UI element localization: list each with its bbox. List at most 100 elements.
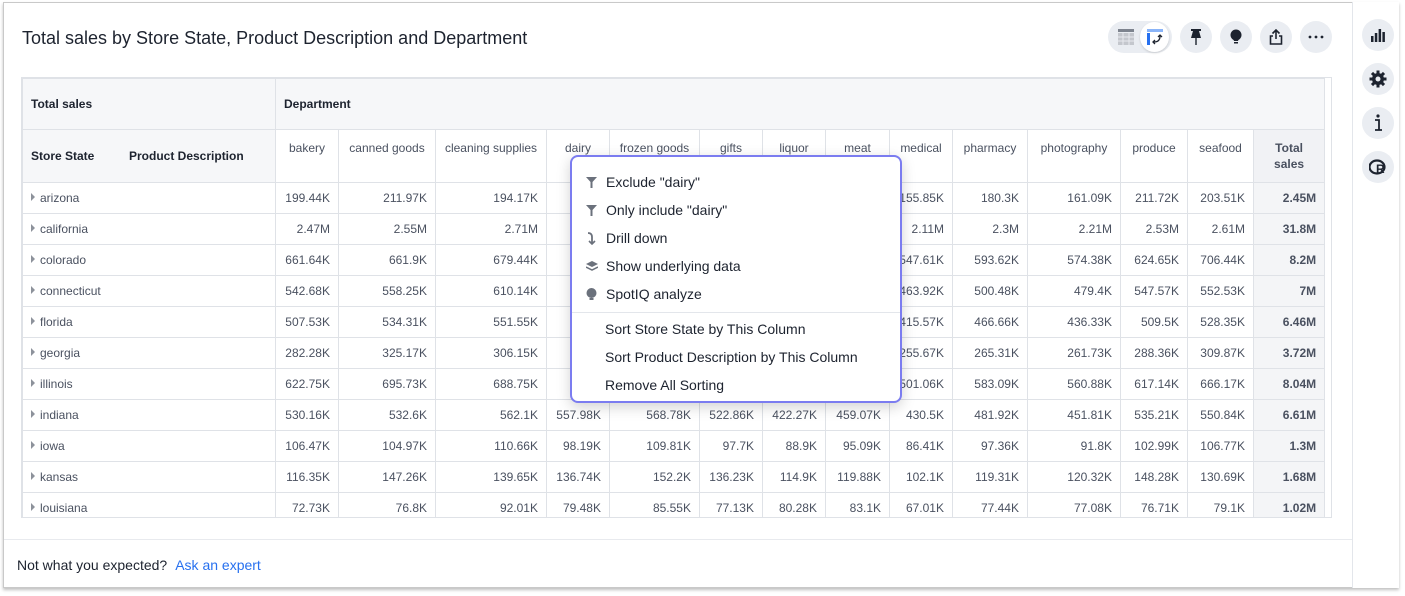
store-state-header[interactable]: Store State	[31, 148, 129, 164]
value-cell[interactable]: 583.09K	[952, 368, 1028, 400]
value-cell[interactable]: 136.74K	[546, 461, 610, 493]
value-cell[interactable]: 116.35K	[275, 461, 339, 493]
value-cell[interactable]: 77.13K	[699, 492, 763, 517]
total-cell[interactable]: 6.61M	[1252, 399, 1326, 431]
pin-button[interactable]	[1180, 21, 1212, 53]
expand-caret-icon[interactable]	[31, 410, 35, 418]
menu-item-drill-down[interactable]: Drill down	[572, 224, 900, 252]
spotiq-button[interactable]	[1220, 21, 1252, 53]
total-cell[interactable]: 1.3M	[1252, 430, 1326, 462]
value-cell[interactable]: 91.8K	[1027, 430, 1121, 462]
row-label-cell[interactable]: florida	[22, 306, 276, 338]
value-cell[interactable]: 706.44K	[1187, 244, 1254, 276]
total-cell[interactable]: 8.2M	[1252, 244, 1326, 276]
value-cell[interactable]: 211.97K	[338, 182, 436, 214]
column-header-bakery[interactable]: bakery	[275, 129, 339, 183]
share-button[interactable]	[1260, 21, 1292, 53]
value-cell[interactable]: 139.65K	[435, 461, 547, 493]
expand-caret-icon[interactable]	[31, 193, 35, 201]
value-cell[interactable]: 610.14K	[435, 275, 547, 307]
value-cell[interactable]: 568.78K	[609, 399, 700, 431]
value-cell[interactable]: 97.7K	[699, 430, 763, 462]
column-header-total-sales[interactable]: Total sales	[1252, 129, 1326, 183]
value-cell[interactable]: 114.9K	[762, 461, 826, 493]
value-cell[interactable]: 661.64K	[275, 244, 339, 276]
row-label-cell[interactable]: indiana	[22, 399, 276, 431]
value-cell[interactable]: 2.3M	[952, 213, 1028, 245]
expand-caret-icon[interactable]	[31, 286, 35, 294]
value-cell[interactable]: 86.41K	[889, 430, 953, 462]
value-cell[interactable]: 119.31K	[952, 461, 1028, 493]
expand-caret-icon[interactable]	[31, 379, 35, 387]
value-cell[interactable]: 147.26K	[338, 461, 436, 493]
value-cell[interactable]: 88.9K	[762, 430, 826, 462]
more-button[interactable]	[1300, 21, 1332, 53]
expand-caret-icon[interactable]	[31, 503, 35, 511]
total-cell[interactable]: 6.46M	[1252, 306, 1326, 338]
row-label-cell[interactable]: connecticut	[22, 275, 276, 307]
menu-item-only-include-dairy[interactable]: Only include "dairy"	[572, 196, 900, 224]
value-cell[interactable]: 2.55M	[338, 213, 436, 245]
value-cell[interactable]: 557.98K	[546, 399, 610, 431]
value-cell[interactable]: 522.86K	[699, 399, 763, 431]
value-cell[interactable]: 459.07K	[825, 399, 890, 431]
value-cell[interactable]: 106.77K	[1187, 430, 1254, 462]
value-cell[interactable]: 211.72K	[1120, 182, 1188, 214]
expand-caret-icon[interactable]	[31, 224, 35, 232]
row-label-cell[interactable]: california	[22, 213, 276, 245]
table-view-button[interactable]	[1111, 22, 1140, 52]
value-cell[interactable]: 306.15K	[435, 337, 547, 369]
total-cell[interactable]: 7M	[1252, 275, 1326, 307]
value-cell[interactable]: 481.92K	[952, 399, 1028, 431]
value-cell[interactable]: 92.01K	[435, 492, 547, 517]
value-cell[interactable]: 102.99K	[1120, 430, 1188, 462]
expand-caret-icon[interactable]	[31, 317, 35, 325]
value-cell[interactable]: 282.28K	[275, 337, 339, 369]
menu-item-show-underlying-data[interactable]: Show underlying data	[572, 252, 900, 280]
value-cell[interactable]: 309.87K	[1187, 337, 1254, 369]
value-cell[interactable]: 72.73K	[275, 492, 339, 517]
value-cell[interactable]: 83.1K	[825, 492, 890, 517]
total-cell[interactable]: 3.72M	[1252, 337, 1326, 369]
value-cell[interactable]: 265.31K	[952, 337, 1028, 369]
value-cell[interactable]: 436.33K	[1027, 306, 1121, 338]
pivot-view-button[interactable]	[1140, 22, 1169, 52]
value-cell[interactable]: 97.36K	[952, 430, 1028, 462]
value-cell[interactable]: 203.51K	[1187, 182, 1254, 214]
column-header-cleaning-supplies[interactable]: cleaning supplies	[435, 129, 547, 183]
value-cell[interactable]: 666.17K	[1187, 368, 1254, 400]
value-cell[interactable]: 688.75K	[435, 368, 547, 400]
value-cell[interactable]: 85.55K	[609, 492, 700, 517]
value-cell[interactable]: 76.8K	[338, 492, 436, 517]
value-cell[interactable]: 624.65K	[1120, 244, 1188, 276]
expand-caret-icon[interactable]	[31, 472, 35, 480]
value-cell[interactable]: 199.44K	[275, 182, 339, 214]
value-cell[interactable]: 552.53K	[1187, 275, 1254, 307]
column-header-pharmacy[interactable]: pharmacy	[952, 129, 1028, 183]
value-cell[interactable]: 288.36K	[1120, 337, 1188, 369]
value-cell[interactable]: 98.19K	[546, 430, 610, 462]
value-cell[interactable]: 574.38K	[1027, 244, 1121, 276]
value-cell[interactable]: 2.71M	[435, 213, 547, 245]
value-cell[interactable]: 2.53M	[1120, 213, 1188, 245]
total-cell[interactable]: 31.8M	[1252, 213, 1326, 245]
column-header-canned-goods[interactable]: canned goods	[338, 129, 436, 183]
menu-item-exclude-dairy[interactable]: Exclude "dairy"	[572, 168, 900, 196]
column-header-photography[interactable]: photography	[1027, 129, 1121, 183]
total-cell[interactable]: 8.04M	[1252, 368, 1326, 400]
value-cell[interactable]: 2.61M	[1187, 213, 1254, 245]
value-cell[interactable]: 558.25K	[338, 275, 436, 307]
value-cell[interactable]: 622.75K	[275, 368, 339, 400]
menu-item-sort-store-state-by-this-column[interactable]: Sort Store State by This Column	[572, 315, 900, 343]
value-cell[interactable]: 466.66K	[952, 306, 1028, 338]
value-cell[interactable]: 136.23K	[699, 461, 763, 493]
menu-item-spotiq-analyze[interactable]: SpotIQ analyze	[572, 280, 900, 308]
value-cell[interactable]: 95.09K	[825, 430, 890, 462]
value-cell[interactable]: 560.88K	[1027, 368, 1121, 400]
value-cell[interactable]: 80.28K	[762, 492, 826, 517]
value-cell[interactable]: 180.3K	[952, 182, 1028, 214]
value-cell[interactable]: 547.57K	[1120, 275, 1188, 307]
value-cell[interactable]: 430.5K	[889, 399, 953, 431]
value-cell[interactable]: 551.55K	[435, 306, 547, 338]
value-cell[interactable]: 2.47M	[275, 213, 339, 245]
